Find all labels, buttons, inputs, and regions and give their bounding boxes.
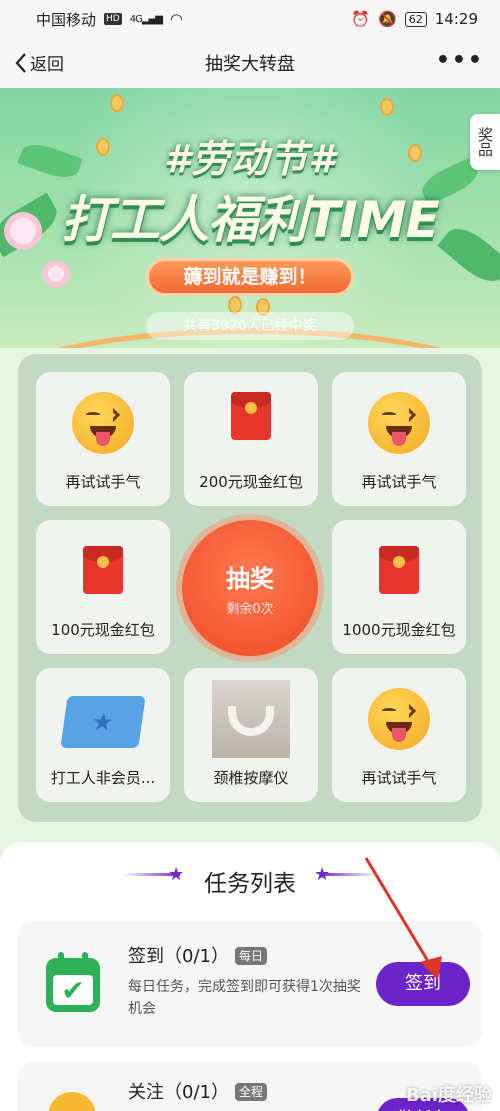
coin-decoration	[110, 94, 124, 112]
clock: 14:29	[434, 10, 478, 28]
page-title: 抽奖大转盘	[205, 54, 295, 75]
banner-hashtag: #劳动节#	[164, 137, 336, 181]
nav-bar: 返回 抽奖大转盘 •••	[0, 38, 500, 88]
prize-label: 打工人非会员...	[50, 769, 156, 787]
flower-decoration	[48, 266, 64, 282]
banner-headline: 打工人福利TIME	[61, 191, 440, 249]
draw-remaining: 剩余0次	[226, 602, 274, 617]
wifi-icon: ◠	[169, 10, 184, 28]
carrier-label: 中国移动	[36, 10, 97, 29]
prize-cell[interactable]: 颈椎按摩仪	[184, 668, 318, 802]
prize-cell[interactable]: 再试试手气	[332, 668, 466, 802]
prize-label: 1000元现金红包	[342, 621, 456, 639]
watermark-logo: Bai度经验	[405, 1085, 492, 1106]
winners-count: 共有3920人已经中奖	[146, 312, 354, 340]
prize-label: 200元现金红包	[199, 473, 303, 491]
task-item: ✔ 签到（0/1） 每日 每日任务，完成签到即可获得1次抽奖机会 签到	[18, 922, 482, 1046]
neck-massager-photo	[212, 680, 290, 758]
chevron-left-icon	[15, 52, 26, 73]
task-frequency-badge: 每日	[234, 947, 267, 965]
prize-cell[interactable]: 1000元现金红包	[332, 520, 466, 654]
more-options-icon[interactable]: •••	[436, 50, 484, 72]
calendar-check-icon: ✔	[46, 952, 100, 1012]
person-icon	[48, 1092, 96, 1111]
back-label: 返回	[30, 55, 64, 75]
draw-button-label: 抽奖	[226, 565, 274, 593]
task-name: 关注（0/1） 全程	[128, 1078, 267, 1104]
wink-emoji-icon	[368, 392, 430, 454]
prize-label: 再试试手气	[65, 473, 141, 491]
prize-cell[interactable]: 200元现金红包	[184, 372, 318, 506]
prize-label: 再试试手气	[361, 769, 437, 787]
task-list-title: 任务列表	[204, 871, 296, 897]
prize-label: 颈椎按摩仪	[213, 769, 289, 787]
title-decoration	[320, 873, 378, 876]
battery-icon: 62	[404, 11, 427, 27]
red-envelope-icon	[83, 546, 123, 594]
prize-cell[interactable]: ★ 打工人非会员...	[36, 668, 170, 802]
signal-icon: 4G▂▄▆	[129, 13, 163, 25]
wink-emoji-icon	[72, 392, 134, 454]
prize-cell[interactable]: 再试试手气	[332, 372, 466, 506]
wink-emoji-icon	[368, 688, 430, 750]
lottery-grid: 再试试手气 200元现金红包 再试试手气 100元现金红包 抽奖 剩余0次 10…	[18, 354, 482, 822]
task-frequency-badge: 全程	[234, 1083, 267, 1101]
mute-icon: 🔕	[378, 10, 397, 28]
prizes-tab[interactable]: 奖品	[470, 114, 500, 170]
prize-label: 100元现金红包	[51, 621, 155, 639]
sign-in-button[interactable]: 签到	[376, 962, 470, 1006]
task-description: 每日任务，完成签到即可获得1次抽奖机会	[128, 979, 361, 1017]
back-button[interactable]: 返回	[14, 50, 64, 75]
prize-cell[interactable]: 100元现金红包	[36, 520, 170, 654]
hd-badge-icon: HD	[104, 13, 122, 25]
ticket-icon: ★	[60, 696, 146, 748]
status-bar: 中国移动 HD 4G▂▄▆ ◠ ⏰ 🔕 62 14:29	[0, 0, 500, 38]
alarm-icon: ⏰	[351, 10, 371, 28]
prize-cell[interactable]: 再试试手气	[36, 372, 170, 506]
coin-decoration	[380, 98, 394, 116]
promo-banner: #劳动节# 打工人福利TIME 薅到就是赚到！ 共有3920人已经中奖 奖品	[0, 88, 500, 348]
prize-label: 再试试手气	[361, 473, 437, 491]
red-envelope-icon	[231, 392, 271, 440]
task-name: 签到（0/1） 每日	[128, 942, 267, 968]
draw-button[interactable]: 抽奖 剩余0次	[182, 520, 318, 656]
task-list-panel: ★ 任务列表 ★ ✔ 签到（0/1）每日 每日任务，完成签到即可获得1次抽奖机会…	[0, 842, 500, 1111]
banner-slogan: 薅到就是赚到！	[146, 258, 354, 296]
red-envelope-icon	[379, 546, 419, 594]
